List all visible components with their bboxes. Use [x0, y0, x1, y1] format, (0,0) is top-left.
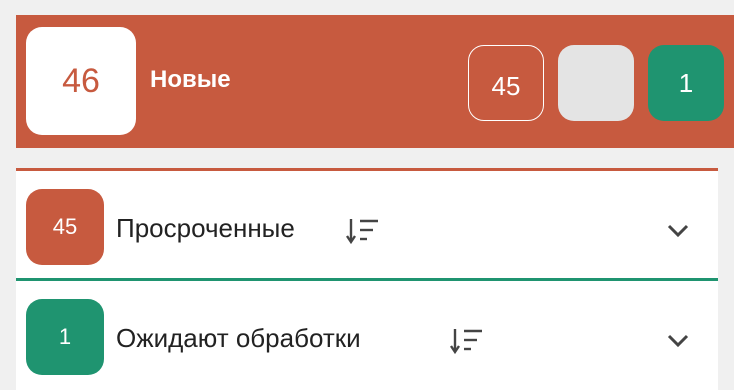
group-row-overdue[interactable]: 45 Просроченные	[16, 168, 718, 279]
group-list: 45 Просроченные 1 Ожидают обработки	[16, 168, 718, 390]
overdue-label: Просроченные	[116, 213, 295, 243]
sort-descending-icon[interactable]	[450, 327, 484, 355]
neutral-filter-chip[interactable]	[558, 45, 634, 121]
chevron-down-icon[interactable]	[666, 333, 690, 349]
new-items-count-value: 46	[62, 61, 100, 100]
status-panel: 46 Новые 45 1 45 Просроченные 1 Ожидают …	[0, 0, 734, 390]
new-items-header[interactable]: 46 Новые 45 1	[16, 15, 734, 148]
pending-count-badge: 1	[26, 299, 104, 375]
chevron-down-icon[interactable]	[666, 223, 690, 239]
overdue-count-value: 45	[52, 214, 78, 239]
pending-filter-chip[interactable]: 1	[648, 45, 724, 121]
overdue-count-badge: 45	[26, 189, 104, 265]
pending-filter-chip-value: 1	[678, 67, 694, 98]
overdue-filter-chip[interactable]: 45	[468, 45, 544, 121]
new-items-title: Новые	[150, 66, 231, 93]
new-items-count: 46	[26, 27, 136, 135]
sort-descending-icon[interactable]	[346, 217, 380, 245]
group-row-pending[interactable]: 1 Ожидают обработки	[16, 278, 718, 389]
pending-count-value: 1	[58, 324, 72, 349]
overdue-filter-chip-value: 45	[491, 70, 521, 101]
pending-label: Ожидают обработки	[116, 323, 361, 353]
